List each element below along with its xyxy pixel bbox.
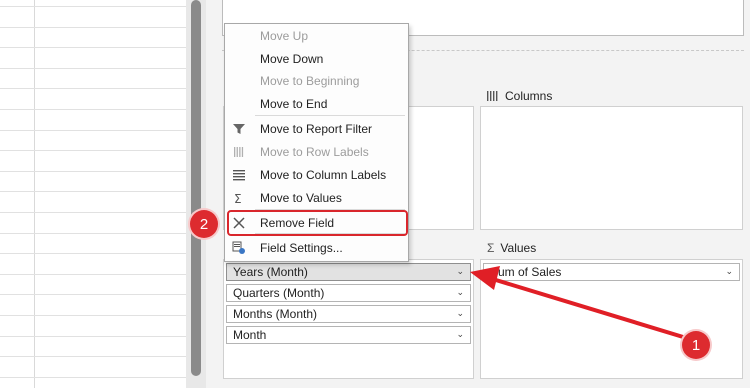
annotation-badge-1: 1 <box>682 331 710 359</box>
annotation-arrow <box>470 266 695 342</box>
annotation-badge-2: 2 <box>190 210 218 238</box>
